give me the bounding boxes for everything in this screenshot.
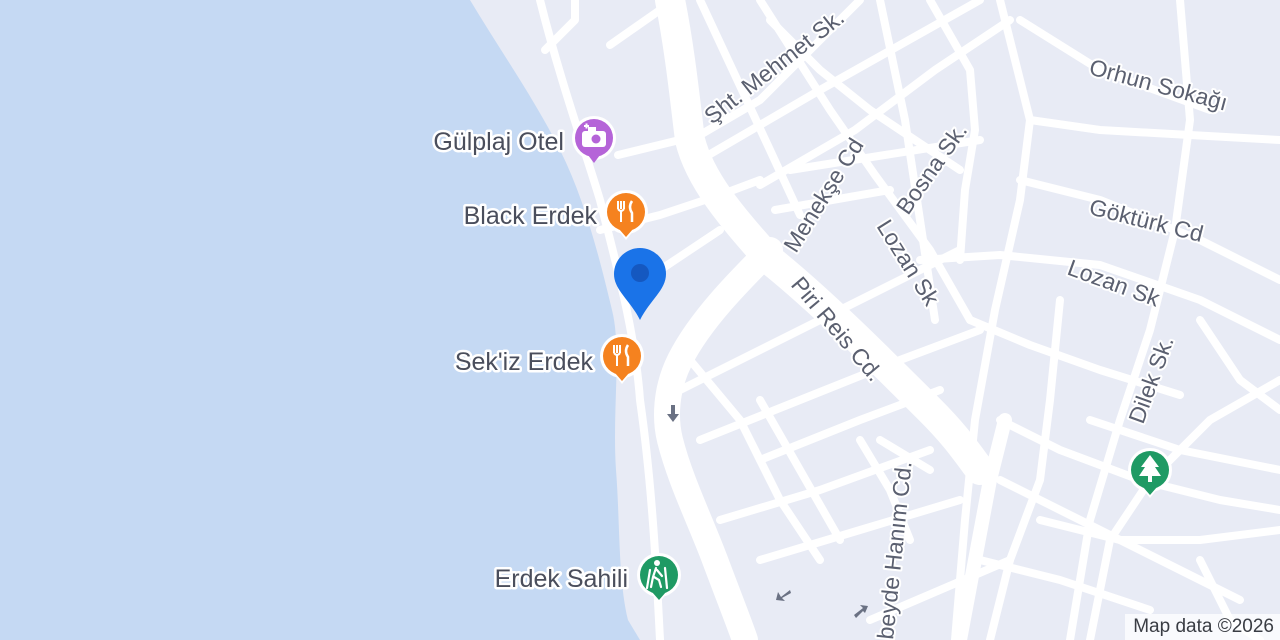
location-pin-dot: [631, 264, 649, 282]
poi-label-sekiz-erdek: Sek'iz Erdek: [455, 348, 594, 376]
poi-label-erdek-sahili: Erdek Sahili: [495, 565, 628, 593]
map-attribution[interactable]: Map data ©2026: [1125, 614, 1280, 640]
poi-label-black-erdek: Black Erdek: [464, 202, 598, 230]
map-canvas[interactable]: Şht. Mehmet Sk. Orhun Sokağı Menekşe Cd …: [0, 0, 1280, 640]
poi-label-gulplaj: Gülplaj Otel: [433, 128, 564, 156]
